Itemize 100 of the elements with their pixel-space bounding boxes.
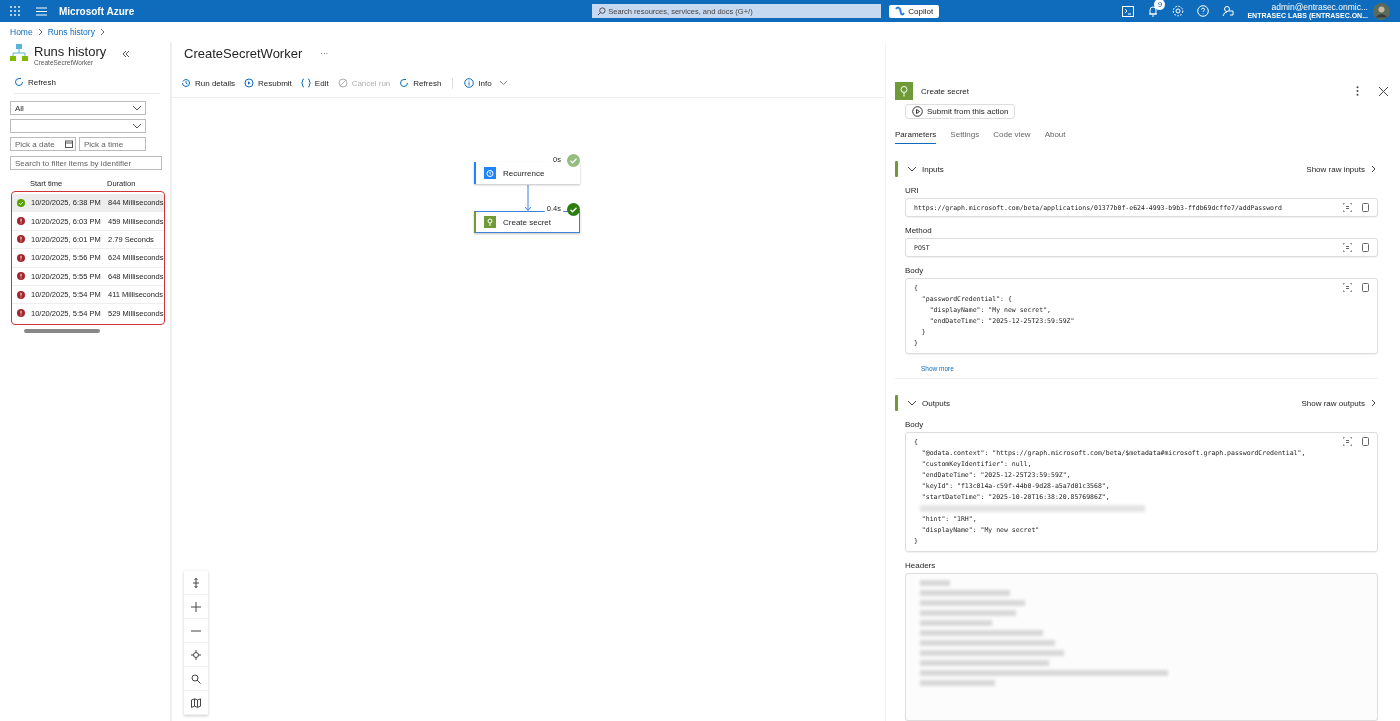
- breadcrumb-link[interactable]: Runs history: [47, 27, 95, 37]
- search-button[interactable]: [184, 667, 208, 691]
- center-button[interactable]: [184, 643, 208, 667]
- show-raw-link[interactable]: Show raw inputs: [1306, 164, 1376, 174]
- brand-name[interactable]: Microsoft Azure: [59, 5, 135, 17]
- breadcrumb-link[interactable]: Home: [10, 27, 33, 37]
- chevron-icon: [37, 28, 43, 36]
- avatar[interactable]: [1373, 2, 1390, 20]
- help-icon[interactable]: [1197, 5, 1210, 17]
- settings-icon[interactable]: [1172, 5, 1185, 17]
- error-icon: [17, 235, 25, 244]
- zoom-in-button[interactable]: [184, 595, 208, 619]
- toolbar-button[interactable]: Edit: [300, 78, 329, 88]
- submit-button[interactable]: Submit from this action: [905, 104, 1016, 119]
- chevron-icon: [99, 28, 105, 36]
- refresh-icon: [14, 77, 24, 87]
- field-label: Body: [905, 266, 925, 275]
- close-icon[interactable]: [1379, 86, 1388, 96]
- fit-button[interactable]: [184, 571, 208, 595]
- play-icon: [244, 78, 255, 88]
- flow-node[interactable]: Create secret: [474, 211, 580, 233]
- error-icon: [17, 309, 25, 318]
- refresh-icon: [399, 78, 410, 88]
- braces-icon: [300, 78, 311, 88]
- terminal-icon[interactable]: [1122, 5, 1135, 17]
- copy-icon[interactable]: [1361, 283, 1369, 292]
- key-vault-icon: [484, 216, 496, 228]
- toolbar-button[interactable]: Resubmit: [244, 78, 292, 88]
- minimap-button[interactable]: [184, 691, 208, 715]
- section-toggle[interactable]: Inputs: [908, 164, 944, 174]
- fit-icon: [191, 577, 201, 588]
- play-icon: [912, 106, 923, 117]
- clock-icon: [484, 167, 496, 179]
- tab[interactable]: Settings: [950, 130, 980, 144]
- flow-node[interactable]: Recurrence: [474, 162, 580, 184]
- field-label: Headers: [905, 561, 937, 570]
- more-icon[interactable]: [1356, 86, 1359, 96]
- tab[interactable]: Code view: [993, 130, 1031, 144]
- error-icon: [17, 272, 25, 281]
- toolbar-button[interactable]: Run details: [181, 78, 236, 88]
- status-dropdown[interactable]: All: [10, 101, 146, 115]
- account-email[interactable]: admin@entrasec.onmic...: [1271, 2, 1368, 12]
- feedback-icon[interactable]: [1222, 5, 1235, 17]
- field-label: Body: [905, 420, 925, 429]
- scan-icon[interactable]: [1343, 437, 1352, 446]
- search-icon: [191, 673, 201, 684]
- history-icon: [181, 78, 191, 88]
- center-icon: [191, 649, 201, 660]
- chevron-down-icon: [133, 123, 141, 129]
- workflow-title: CreateSecretWorker: [184, 46, 303, 61]
- zoom-out-button[interactable]: [184, 619, 208, 643]
- copilot-icon: [895, 6, 906, 16]
- error-icon: [17, 217, 25, 226]
- section-toggle[interactable]: Outputs: [908, 398, 950, 408]
- field-label: URI: [905, 186, 920, 195]
- tab[interactable]: About: [1044, 130, 1066, 144]
- bell-icon[interactable]: [1147, 5, 1160, 17]
- chevron-right-icon: [1371, 165, 1376, 173]
- action-title: Create secret: [921, 86, 971, 96]
- tab[interactable]: Parameters: [895, 130, 937, 144]
- map-icon: [191, 697, 201, 708]
- app-launcher-icon[interactable]: [10, 6, 20, 16]
- toolbar-button[interactable]: Info: [464, 78, 507, 88]
- copy-icon[interactable]: [1361, 437, 1369, 446]
- check-icon: [567, 154, 580, 167]
- scan-icon[interactable]: [1343, 283, 1352, 292]
- scan-icon[interactable]: [1343, 243, 1352, 252]
- copy-icon[interactable]: [1361, 203, 1369, 212]
- time-field[interactable]: Pick a time: [79, 137, 146, 151]
- workflow-icon: [10, 44, 28, 62]
- chevron-down-icon: [908, 400, 916, 406]
- chevron-down-icon: [499, 81, 507, 85]
- connector-arrow: [524, 185, 532, 212]
- scan-icon[interactable]: [1343, 203, 1352, 212]
- error-icon: [17, 253, 25, 262]
- refresh-button[interactable]: Refresh: [14, 77, 160, 94]
- date-field[interactable]: Pick a date: [10, 137, 76, 151]
- cancel-icon: [337, 78, 348, 88]
- panel-title: Runs history: [34, 44, 107, 59]
- search-icon: [597, 6, 607, 16]
- toolbar-button[interactable]: Refresh: [399, 78, 442, 88]
- chevron-down-icon: [133, 105, 141, 111]
- chevron-right-icon: [1371, 399, 1376, 407]
- notification-badge: 9: [1154, 0, 1166, 10]
- copilot-button[interactable]: Copilot: [889, 4, 940, 18]
- show-raw-link[interactable]: Show raw outputs: [1301, 398, 1376, 408]
- info-icon: [464, 78, 475, 88]
- error-icon: [17, 290, 25, 299]
- menu-icon[interactable]: [36, 6, 47, 16]
- chevron-down-icon: [908, 166, 916, 172]
- filter-search-field[interactable]: Search to filter items by identifier: [10, 156, 162, 170]
- more-button[interactable]: ···: [320, 49, 329, 58]
- success-icon: [17, 198, 25, 207]
- copy-icon[interactable]: [1361, 243, 1369, 252]
- plus-icon: [191, 601, 201, 612]
- collapse-icon[interactable]: [122, 50, 131, 58]
- calendar-icon[interactable]: [65, 140, 73, 148]
- field-label: Method: [905, 226, 933, 235]
- key-vault-icon: [895, 82, 913, 100]
- check-icon: [567, 203, 580, 216]
